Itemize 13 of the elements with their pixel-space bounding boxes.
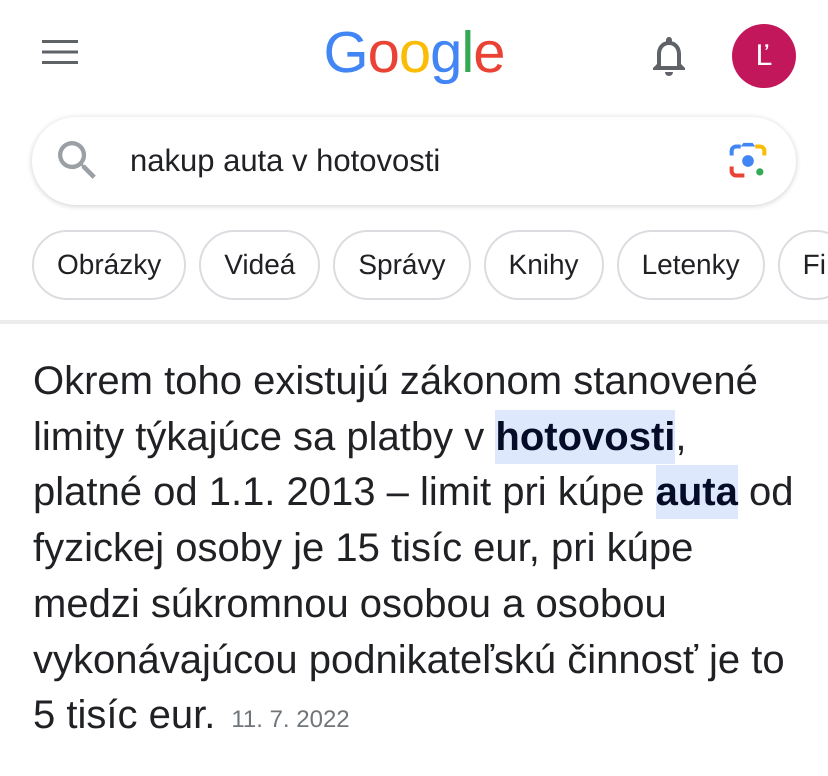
filter-chip[interactable]: Letenky — [616, 230, 765, 300]
logo[interactable]: Google — [323, 24, 505, 82]
search-icon — [58, 141, 98, 181]
bell-icon[interactable] — [650, 36, 688, 76]
menu-icon[interactable] — [42, 40, 78, 64]
filter-chip[interactable]: Obrázky — [32, 230, 186, 300]
search-field[interactable]: nakup auta v hotovosti — [32, 117, 796, 205]
filter-chip[interactable]: Knihy — [484, 230, 604, 300]
snippet-date: 11. 7. 2022 — [231, 708, 350, 732]
filter-chip[interactable]: Fi — [778, 230, 828, 300]
filter-chip[interactable]: Správy — [333, 230, 471, 300]
avatar[interactable]: Ľ — [732, 24, 796, 88]
filter-chip[interactable]: Videá — [199, 230, 320, 300]
